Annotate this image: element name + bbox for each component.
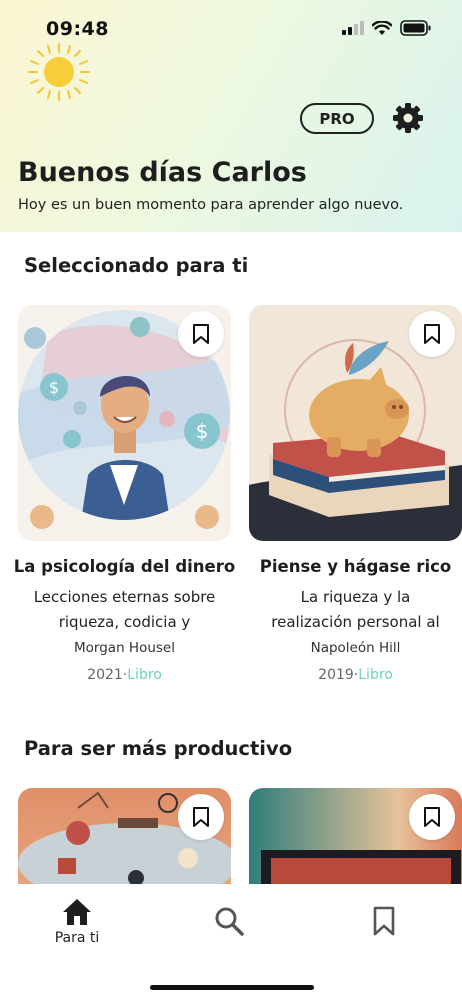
tab-for-you[interactable]: Para ti	[48, 898, 106, 946]
tab-bar: Para ti	[0, 884, 462, 1000]
section-title-selected: Seleccionado para ti	[24, 254, 249, 277]
wifi-icon	[372, 20, 392, 35]
book-author: Napoleón Hill	[310, 640, 401, 656]
book-title: La psicología del dinero	[13, 557, 236, 576]
book-meta: 2019·Libro	[249, 667, 462, 683]
svg-text:$: $	[49, 378, 59, 397]
home-icon	[63, 899, 91, 925]
tab-saved[interactable]	[372, 906, 396, 936]
status-time: 09:48	[46, 18, 109, 40]
tab-label: Para ti	[54, 930, 100, 946]
search-icon	[215, 907, 244, 936]
battery-icon	[400, 20, 431, 36]
home-indicator	[150, 985, 314, 990]
book-title: Piense y hágase rico	[259, 557, 452, 576]
header: 09:48 PRO Buenos días Carlos Hoy es un b…	[0, 0, 462, 232]
greeting-subtitle: Hoy es un buen momento para aprender alg…	[18, 197, 404, 213]
book-description-line: riqueza, codicia y	[58, 613, 191, 631]
bookmark-button[interactable]	[178, 794, 224, 840]
book-description-line: Lecciones eternas sobre	[33, 588, 216, 606]
signal-icon	[342, 21, 364, 35]
book-type: Libro	[358, 667, 393, 683]
bookmark-icon	[193, 807, 209, 827]
svg-text:$: $	[196, 419, 209, 443]
book-meta: 2021·Libro	[18, 667, 231, 683]
bookmark-icon	[193, 324, 209, 344]
gear-icon[interactable]	[392, 102, 424, 134]
book-description-line: realización personal al	[271, 613, 440, 631]
pro-button[interactable]: PRO	[300, 103, 374, 134]
book-author: Morgan Housel	[74, 640, 175, 656]
book-description-line: La riqueza y la	[300, 588, 411, 606]
bookmark-icon	[424, 324, 440, 344]
bookmark-icon	[373, 906, 395, 936]
bookmark-button[interactable]	[409, 794, 455, 840]
book-type: Libro	[127, 667, 162, 683]
bookmark-button[interactable]	[409, 311, 455, 357]
tab-search[interactable]	[214, 906, 244, 936]
bookmark-icon	[424, 807, 440, 827]
sun-icon	[28, 43, 90, 101]
section-title-productive: Para ser más productivo	[24, 737, 293, 760]
book-year: 2021	[87, 667, 123, 683]
greeting-title: Buenos días Carlos	[18, 157, 307, 188]
status-icons	[342, 20, 432, 36]
book-year: 2019	[318, 667, 354, 683]
bookmark-button[interactable]	[178, 311, 224, 357]
